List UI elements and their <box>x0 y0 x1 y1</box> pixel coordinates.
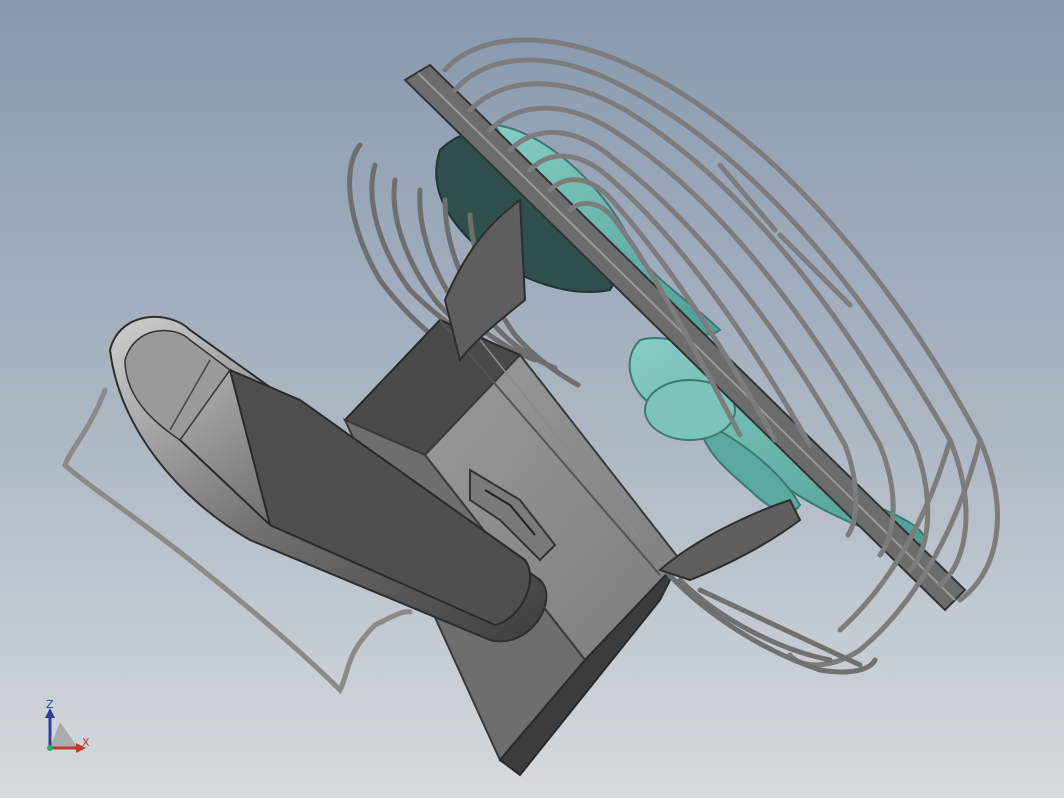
fan-model-render[interactable]: Z X <box>0 0 1064 798</box>
triad-x-label: X <box>82 736 90 749</box>
triad-z-label: Z <box>46 698 54 711</box>
cad-viewport[interactable]: Z X <box>0 0 1064 798</box>
